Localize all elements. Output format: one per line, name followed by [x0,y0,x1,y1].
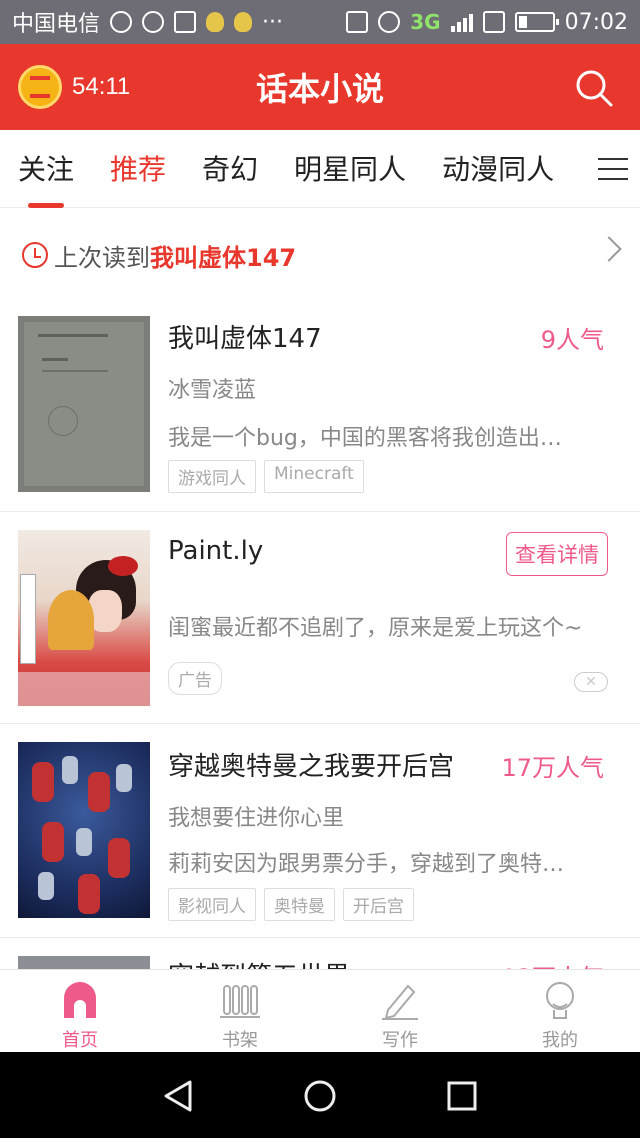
alarm-icon [110,11,133,33]
clock-time: 07:02 [564,9,628,35]
battery-icon [514,12,559,32]
ad-description: 闺蜜最近都不追剧了，原来是爱上玩这个~ [168,616,583,641]
book-cover [18,316,150,492]
sim-icon [482,11,505,33]
book-title: 我叫虚体147 [168,324,322,354]
book-description: 莉莉安因为跟男票分手，穿越到了奥特… [168,852,565,877]
more-dots: ··· [262,9,283,35]
book-tag[interactable]: 游戏同人 [168,460,256,493]
ad-title: Paint.ly [168,536,264,566]
book-cover [18,956,150,969]
book-tag[interactable]: 影视同人 [168,888,256,921]
nav-home[interactable]: 首页 [0,970,160,1052]
book-popularity: 9人气 [540,326,604,354]
menu-icon[interactable] [598,158,628,182]
pen-icon [382,984,418,1020]
book-popularity: 13万人气 [501,958,604,969]
nav-bookshelf-label: 书架 [222,1030,258,1051]
tab-celebrity-fanfic[interactable]: 明星同人 [276,130,424,208]
notification-icon [142,11,165,33]
book-description: 我是一个bug，中国的黑客将我创造出… [168,426,562,451]
nav-home-label: 首页 [62,1030,98,1051]
category-tabs: 关注 推荐 奇幻 明星同人 动漫同人 [0,130,640,208]
bag-icon [174,11,197,33]
book-title: 穿越到第五世界 [168,956,350,969]
tab-indicator [28,202,64,208]
tab-celebrity-label: 明星同人 [294,152,407,186]
coin-icon [18,65,62,109]
carrier-name: 中国电信 [12,12,101,37]
bottom-nav: 首页 书架 写作 我的 [0,969,640,1052]
tab-fantasy-label: 奇幻 [202,152,259,186]
bookshelf-icon [220,985,260,1018]
chevron-right-icon [596,236,622,262]
book-tag[interactable]: 奥特曼 [264,888,335,921]
tab-recommend[interactable]: 推荐 [92,130,184,208]
book-author: 我想要住进你心里 [168,806,345,831]
book-popularity: 17万人气 [501,754,604,782]
signal-icon [450,12,473,32]
mute-icon [346,11,369,33]
tab-follow-label: 关注 [18,152,75,186]
book-author: 冰雪凌蓝 [168,378,257,403]
tab-recommend-label: 推荐 [110,152,167,186]
close-icon[interactable]: ✕ [574,672,608,692]
book-card[interactable]: 穿越奥特曼之我要开后宫 17万人气 我想要住进你心里 莉莉安因为跟男票分手，穿越… [0,724,640,938]
search-icon[interactable] [574,68,614,108]
book-card[interactable]: 穿越到第五世界 13万人气 [0,938,640,969]
network-type: 3G [410,10,441,34]
tab-fantasy[interactable]: 奇幻 [184,130,276,208]
bulb-icon-2 [234,12,253,32]
bulb-icon [206,12,225,32]
nav-write-label: 写作 [382,1030,418,1051]
reading-timer[interactable]: 54:11 [0,65,200,109]
back-icon[interactable] [160,1078,196,1114]
app-header: 54:11 话本小说 [0,44,640,130]
book-tags: 影视同人 奥特曼 开后宫 [168,888,414,921]
book-tags: 游戏同人 Minecraft [168,460,364,493]
tab-anime-label: 动漫同人 [442,152,555,186]
book-tag[interactable]: 开后宫 [343,888,414,921]
last-read-prefix: 上次读到 [54,243,150,272]
ad-image [18,530,150,706]
view-details-button[interactable]: 查看详情 [506,532,608,576]
recents-icon[interactable] [446,1080,478,1112]
timer-text: 54:11 [72,73,131,100]
ad-card[interactable]: Paint.ly 查看详情 闺蜜最近都不追剧了，原来是爱上玩这个~ 广告 ✕ [0,512,640,724]
tab-follow[interactable]: 关注 [0,130,92,208]
nav-bookshelf[interactable]: 书架 [160,970,320,1052]
book-tag[interactable]: Minecraft [264,460,364,493]
home-button-icon[interactable] [302,1078,338,1114]
tab-anime-fanfic[interactable]: 动漫同人 [424,130,572,208]
last-read-bar[interactable]: 上次读到 我叫虚体147 [0,208,640,302]
nav-me-label: 我的 [542,1030,578,1051]
clock-icon [22,242,48,268]
last-read-book: 我叫虚体147 [150,243,297,272]
alarm-icon-right [378,11,401,33]
user-icon [546,982,574,1019]
home-icon [64,982,96,1018]
nav-write[interactable]: 写作 [320,970,480,1052]
ad-label: 广告 [168,662,222,695]
book-card[interactable]: 我叫虚体147 9人气 冰雪凌蓝 我是一个bug，中国的黑客将我创造出… 游戏同… [0,302,640,512]
book-cover [18,742,150,918]
system-nav-bar [0,1052,640,1138]
status-bar: 中国电信 ··· 3G 07:02 [0,0,640,44]
nav-me[interactable]: 我的 [480,970,640,1052]
book-title: 穿越奥特曼之我要开后宫 [168,752,455,782]
